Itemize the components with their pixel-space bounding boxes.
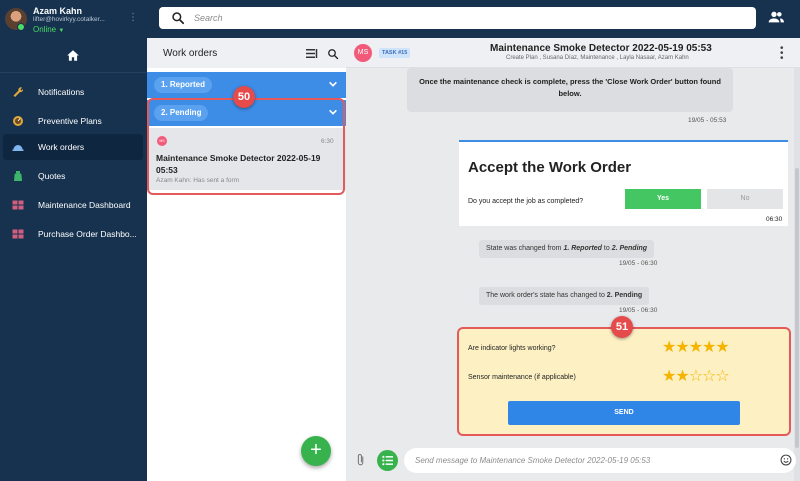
caret-down-icon: ▼ [58, 28, 65, 34]
user-status[interactable]: Online ▼ [33, 25, 64, 34]
search-bar[interactable] [159, 7, 756, 29]
system-message: State was changed from 1. Reported to 2.… [479, 240, 655, 258]
sidebar-item-label: Purchase Order Dashbo... [38, 229, 137, 239]
sidebar-divider [0, 72, 147, 73]
search-icon[interactable] [327, 48, 339, 60]
message-composer[interactable] [404, 448, 796, 473]
card-question: Do you accept the job as completed? [468, 198, 584, 205]
search-icon [172, 12, 185, 25]
message-time: 19/05 - 05:53 [688, 117, 727, 124]
helmet-icon [12, 145, 24, 151]
system-message-text: The work order's state has changed to [486, 292, 607, 299]
money-bag-icon [14, 171, 22, 181]
yes-button[interactable]: Yes [625, 189, 701, 209]
message-time: 06:30 [766, 216, 783, 223]
user-name: Azam Kahn [33, 6, 83, 16]
callout-frame [147, 98, 345, 195]
gauge-icon [13, 116, 23, 126]
user-status-label: Online [33, 25, 57, 34]
message-options-button[interactable] [377, 450, 398, 471]
sidebar-item-purchase-order-dashboard[interactable]: Purchase Order Dashbo... [3, 221, 143, 247]
chevron-down-icon[interactable] [328, 79, 338, 89]
system-message: The work order's state has changed to 2.… [479, 287, 650, 305]
sidebar-item-label: Notifications [38, 87, 85, 97]
people-icon[interactable] [768, 11, 784, 23]
sidebar-item-maintenance-dashboard[interactable]: Maintenance Dashboard [3, 192, 143, 218]
system-message-text: State was changed from [486, 245, 564, 252]
add-work-order-button[interactable]: + [301, 436, 331, 466]
filter-list-icon[interactable] [306, 49, 318, 58]
work-orders-header: Work orders [147, 38, 346, 68]
message-text: Once the maintenance check is complete, … [419, 77, 721, 98]
callout-badge: 51 [611, 316, 633, 338]
sidebar-item-preventive-plans[interactable]: Preventive Plans [3, 108, 143, 134]
callout-badge: 50 [233, 86, 255, 108]
state-to: 2. Pending [611, 245, 648, 252]
group-label: 1. Reported [154, 77, 213, 93]
more-options-icon[interactable]: • • • [780, 44, 784, 64]
sidebar-item-quotes[interactable]: Quotes [3, 163, 143, 189]
sidebar-item-label: Work orders [38, 142, 85, 152]
home-icon[interactable] [66, 49, 80, 62]
message-input[interactable] [415, 453, 765, 467]
sidebar-item-work-orders[interactable]: Work orders [3, 134, 143, 160]
user-email: lifter@hovirkyy.cotalker... [33, 16, 105, 23]
state-to: 2. Pending [606, 292, 643, 299]
dashboard-grid-icon [12, 200, 24, 210]
sidebar: Notifications Preventive Plans Work orde… [0, 38, 147, 481]
dashboard-grid-icon [12, 229, 24, 239]
emoji-icon[interactable] [780, 454, 792, 466]
avatar[interactable]: MS [354, 44, 372, 62]
accept-work-order-card: Accept the Work Order Do you accept the … [459, 140, 788, 226]
task-tag: TASK #15 [379, 48, 411, 58]
scrollbar-thumb[interactable] [795, 168, 799, 448]
wrench-icon [13, 87, 24, 97]
sidebar-item-label: Preventive Plans [38, 116, 102, 126]
panel-title: Work orders [163, 48, 218, 59]
sidebar-item-label: Maintenance Dashboard [38, 200, 131, 210]
list-icon [382, 455, 393, 466]
online-indicator [17, 23, 25, 31]
no-button[interactable]: No [707, 189, 783, 209]
chat-participants: Create Plan , Susana Díaz, Maintenance ,… [506, 55, 689, 61]
chat-title: Maintenance Smoke Detector 2022-05-19 05… [490, 43, 712, 54]
system-message-text: to [601, 245, 612, 252]
chat-header: MS TASK #15 Maintenance Smoke Detector 2… [346, 38, 800, 68]
message-bubble: Once the maintenance check is complete, … [407, 68, 733, 112]
message-time: 19/05 - 06:30 [619, 307, 658, 314]
top-bar: Azam Kahn lifter@hovirkyy.cotalker... On… [0, 0, 800, 38]
state-from: 1. Reported [563, 245, 602, 252]
callout-frame [457, 327, 791, 436]
user-profile[interactable]: Azam Kahn lifter@hovirkyy.cotalker... On… [0, 0, 147, 38]
search-input[interactable] [194, 10, 734, 26]
sidebar-item-label: Quotes [38, 171, 66, 181]
more-options-icon[interactable]: ⋮ [128, 13, 138, 23]
card-title: Accept the Work Order [468, 159, 632, 176]
paperclip-icon[interactable] [356, 453, 366, 467]
sidebar-item-notifications[interactable]: Notifications [3, 79, 143, 105]
message-time: 19/05 - 06:30 [619, 260, 658, 267]
